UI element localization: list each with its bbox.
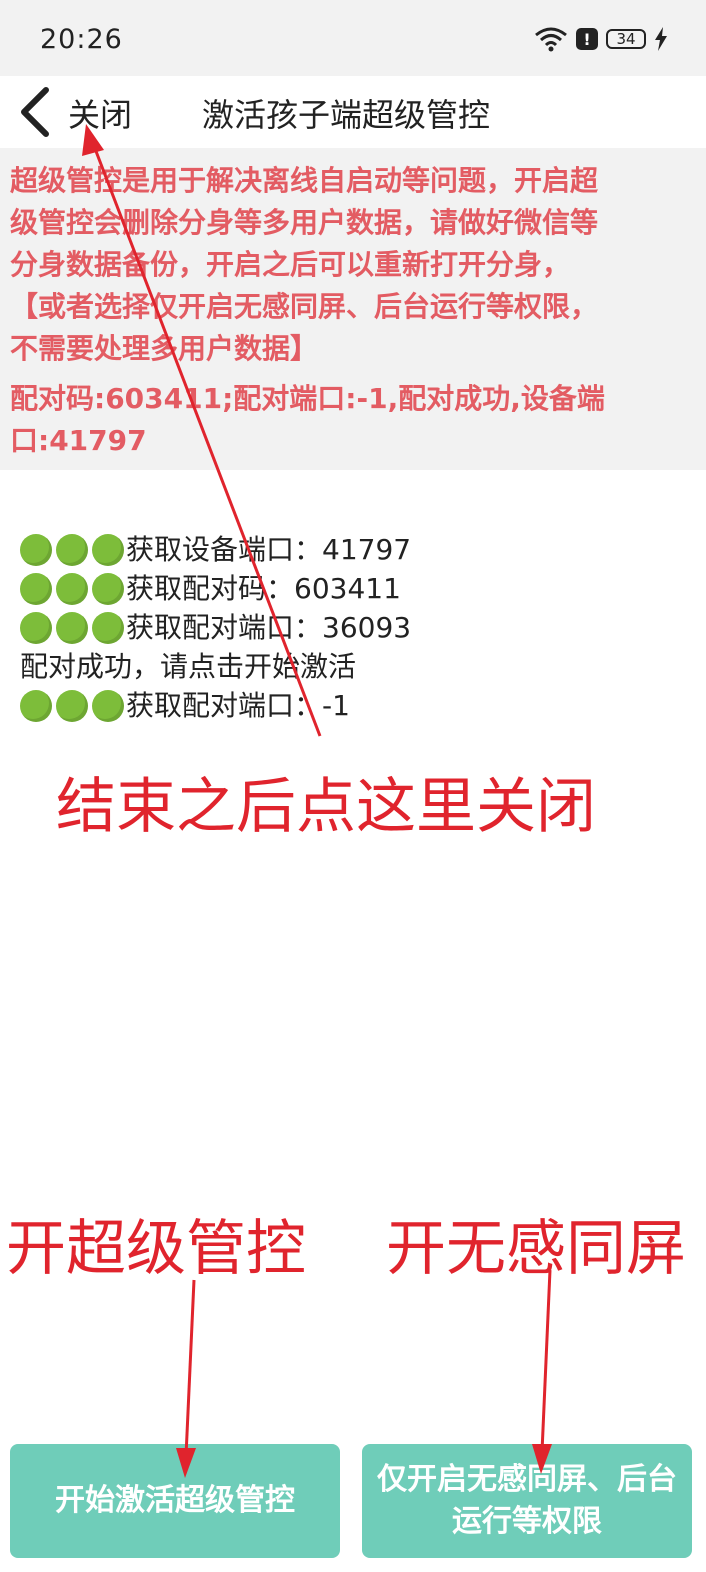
status-dot-icon: [56, 689, 88, 722]
status-dot-icon: [20, 611, 52, 644]
status-dot-icon: [56, 533, 88, 566]
warning-line: 【或者选择仅开启无感同屏、后台运行等权限，: [10, 290, 599, 323]
log-line: 获取设备端口：41797: [20, 530, 411, 569]
log-text: 获取设备端口：41797: [126, 533, 412, 566]
alert-icon: !: [576, 28, 598, 50]
warning-line: 不需要处理多用户数据】: [10, 332, 319, 365]
status-dot-icon: [20, 572, 52, 605]
start-super-control-button[interactable]: 开始激活超级管控: [10, 1444, 340, 1558]
annotation-super-hint: 开超级管控: [6, 1214, 306, 1284]
log-line: 配对成功，请点击开始激活: [20, 647, 411, 686]
warning-line: 级管控会删除分身等多用户数据，请做好微信等: [10, 206, 599, 239]
page-title: 激活孩子端超级管控: [202, 96, 491, 134]
battery-icon: 34: [606, 29, 646, 49]
status-dots: [20, 533, 124, 566]
status-dot-icon: [92, 689, 124, 722]
status-bar: 20:26 ! 34: [0, 0, 706, 76]
status-dot-icon: [92, 611, 124, 644]
warning-line: 超级管控是用于解决离线自启动等问题，开启超: [10, 164, 599, 197]
button-label-line: 运行等权限: [452, 1504, 602, 1539]
log-text: 配对成功，请点击开始激活: [20, 650, 357, 683]
status-dots: [20, 689, 124, 722]
annotation-mirror-hint: 开无感同屏: [386, 1214, 686, 1284]
status-icons: ! 34: [534, 26, 668, 52]
status-dots: [20, 572, 124, 605]
pairing-status: 口:41797: [10, 424, 147, 457]
status-dots: [20, 611, 124, 644]
button-label-line: 仅开启无感同屏、后台: [377, 1462, 677, 1497]
back-chevron-icon[interactable]: [14, 84, 54, 140]
log-line: 获取配对端口：-1: [20, 686, 411, 725]
log-line: 获取配对码：603411: [20, 569, 411, 608]
status-dot-icon: [56, 572, 88, 605]
button-label: 仅开启无感同屏、后台 运行等权限: [377, 1459, 677, 1543]
log-text: 获取配对端口：36093: [126, 611, 412, 644]
activation-log: 获取设备端口：41797 获取配对码：603411 获取配对端口：36093 配…: [20, 530, 411, 725]
status-dot-icon: [92, 572, 124, 605]
status-time: 20:26: [40, 24, 123, 55]
status-dot-icon: [56, 611, 88, 644]
log-line: 获取配对端口：36093: [20, 608, 411, 647]
close-button[interactable]: 关闭: [68, 90, 132, 136]
annotation-close-hint: 结束之后点这里关闭: [56, 772, 596, 842]
status-dot-icon: [20, 533, 52, 566]
wifi-icon: [535, 27, 567, 52]
status-dot-icon: [92, 533, 124, 566]
status-dot-icon: [20, 689, 52, 722]
pairing-status: 配对码:603411;配对端口:-1,配对成功,设备端: [10, 382, 605, 415]
warning-info-box: 超级管控是用于解决离线自启动等问题，开启超 级管控会删除分身等多用户数据，请做好…: [0, 148, 706, 470]
log-text: 获取配对端口：-1: [126, 689, 350, 722]
charging-icon: [655, 27, 667, 51]
warning-line: 分身数据备份，开启之后可以重新打开分身，: [10, 248, 571, 281]
enable-mirror-only-button[interactable]: 仅开启无感同屏、后台 运行等权限: [362, 1444, 692, 1558]
title-bar: 关闭 激活孩子端超级管控: [0, 76, 706, 148]
log-text: 获取配对码：603411: [126, 572, 401, 605]
